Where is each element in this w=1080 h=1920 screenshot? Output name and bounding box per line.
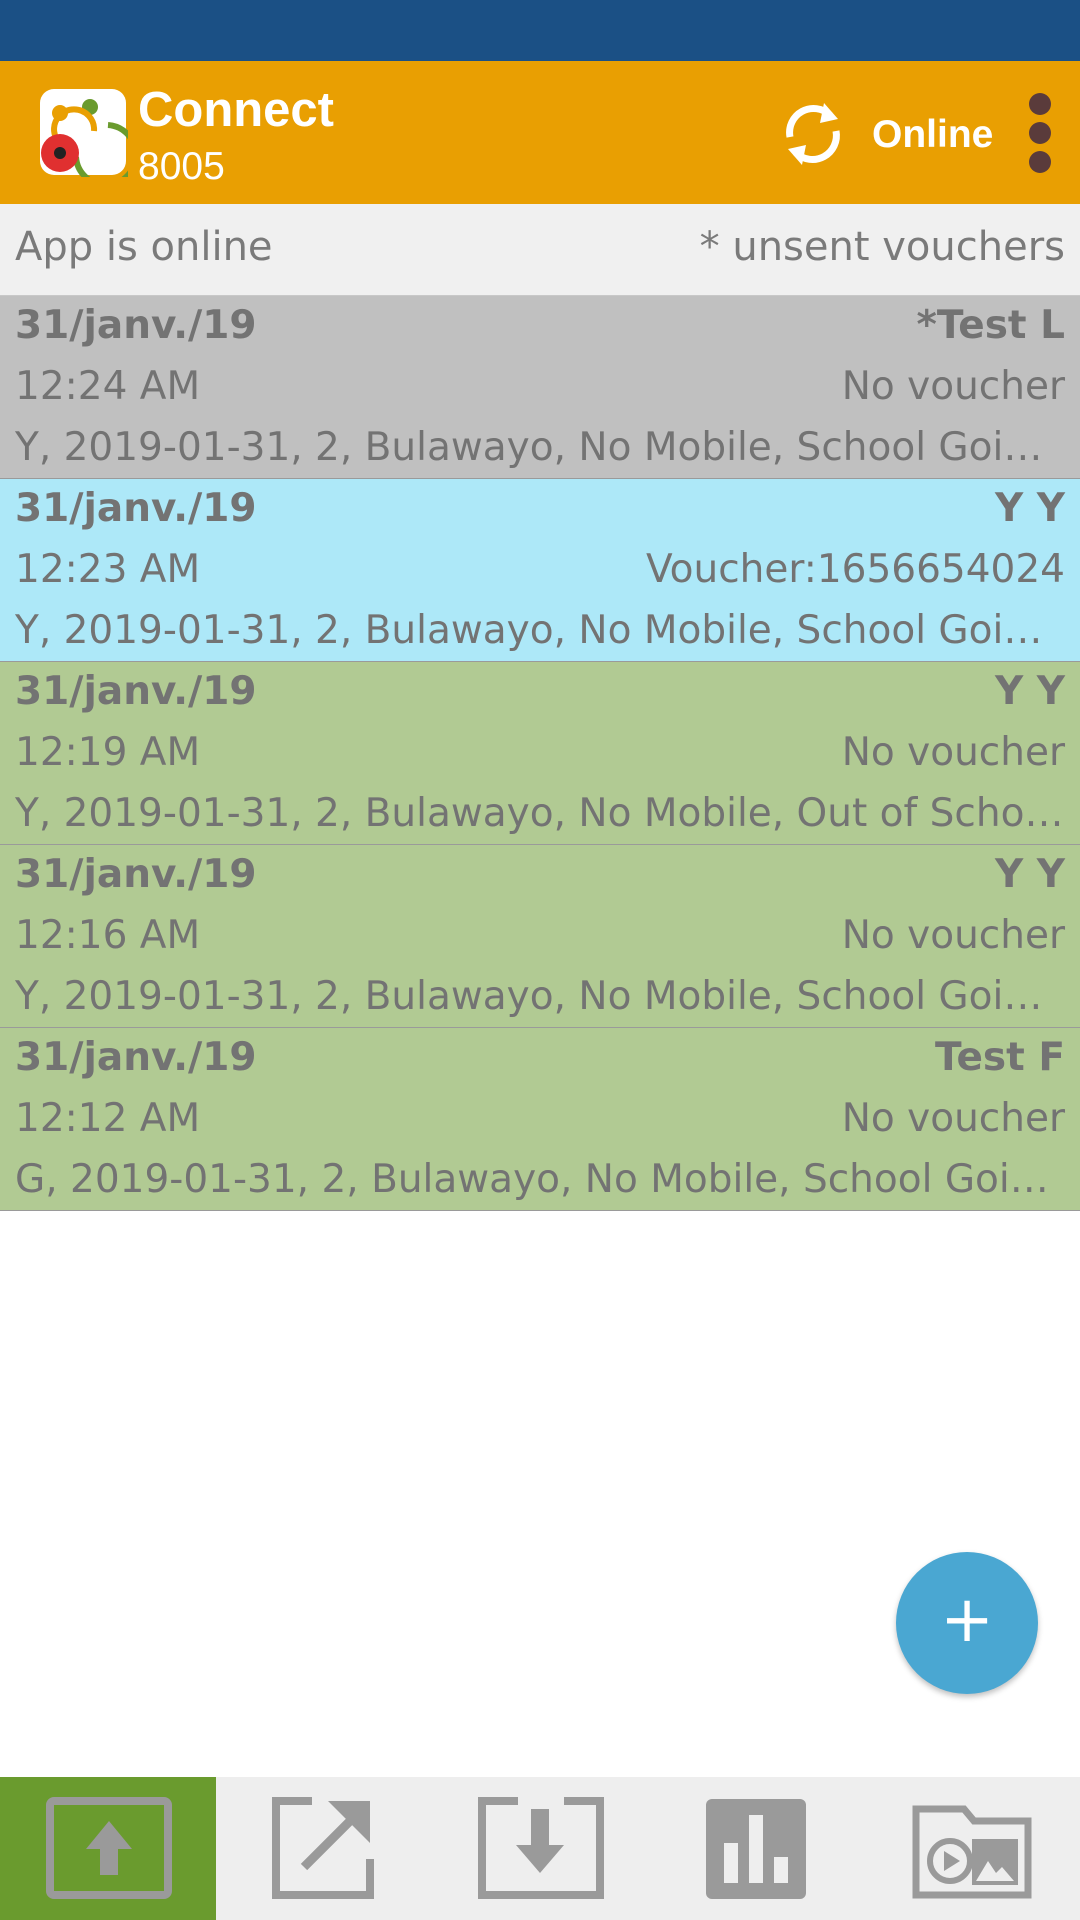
list-item[interactable]: 31/janv./19 Y Y 12:16 AM No voucher Y, 201… — [0, 845, 1080, 1028]
record-time: 12:24 AM — [15, 364, 201, 409]
record-details: Y, 2019-01-31, 2, Bulawayo, No Mobile, S… — [15, 608, 1065, 653]
list-item[interactable]: 31/janv./19 Y Y 12:19 AM No voucher Y, 201… — [0, 662, 1080, 845]
sync-icon[interactable] — [776, 97, 850, 171]
status-bar — [0, 0, 1080, 61]
more-options-icon[interactable] — [1022, 91, 1058, 175]
bottom-nav — [0, 1777, 1080, 1920]
list-item[interactable]: 31/janv./19 Test F 12:12 AM No voucher G, … — [0, 1028, 1080, 1211]
app-bar: Connect 8005 Online — [0, 61, 1080, 204]
app-logo-icon — [38, 87, 139, 188]
open-external-icon — [272, 1797, 374, 1899]
online-status-label: Online — [872, 113, 994, 156]
record-date: 31/janv./19 — [15, 669, 257, 714]
nav-upload[interactable] — [0, 1777, 216, 1920]
record-date: 31/janv./19 — [15, 852, 257, 897]
record-voucher: No voucher — [841, 364, 1065, 409]
record-name: Test F — [935, 1035, 1065, 1080]
nav-media[interactable] — [864, 1777, 1080, 1920]
record-name: Y Y — [994, 852, 1065, 897]
record-name: *Test L — [916, 303, 1065, 348]
record-time: 12:16 AM — [15, 913, 201, 958]
nav-open-external[interactable] — [216, 1777, 432, 1920]
list-item[interactable]: 31/janv./19 Y Y 12:23 AM Voucher:165665402… — [0, 479, 1080, 662]
media-folder-icon — [912, 1805, 1032, 1899]
upload-icon — [46, 1797, 172, 1899]
plus-icon: + — [940, 1583, 994, 1657]
record-date: 31/janv./19 — [15, 303, 257, 348]
list-item[interactable]: 31/janv./19 *Test L 12:24 AM No voucher Y,… — [0, 296, 1080, 479]
nav-download[interactable] — [432, 1777, 648, 1920]
record-voucher: No voucher — [841, 730, 1065, 775]
record-date: 31/janv./19 — [15, 1035, 257, 1080]
record-voucher: No voucher — [841, 1096, 1065, 1141]
app-status-text: App is online — [15, 224, 273, 270]
record-details: Y, 2019-01-31, 2, Bulawayo, No Mobile, O… — [15, 791, 1065, 836]
record-voucher: Voucher:1656654024 — [645, 547, 1065, 592]
app-subtitle: 8005 — [138, 145, 225, 188]
voucher-list: 31/janv./19 *Test L 12:24 AM No voucher Y,… — [0, 296, 1080, 1211]
record-time: 12:23 AM — [15, 547, 201, 592]
record-time: 12:12 AM — [15, 1096, 201, 1141]
add-voucher-button[interactable]: + — [896, 1552, 1038, 1694]
record-time: 12:19 AM — [15, 730, 201, 775]
nav-statistics[interactable] — [648, 1777, 864, 1920]
record-details: G, 2019-01-31, 2, Bulawayo, No Mobile, S… — [15, 1157, 1065, 1202]
app-title: Connect — [138, 83, 334, 137]
record-date: 31/janv./19 — [15, 486, 257, 531]
record-details: Y, 2019-01-31, 2, Bulawayo, No Mobile, S… — [15, 974, 1065, 1019]
download-icon — [478, 1797, 604, 1899]
record-name: Y Y — [994, 486, 1065, 531]
unsent-legend-text: * unsent vouchers — [699, 224, 1065, 270]
info-bar: App is online * unsent vouchers — [0, 204, 1080, 296]
record-name: Y Y — [994, 669, 1065, 714]
record-voucher: No voucher — [841, 913, 1065, 958]
record-details: Y, 2019-01-31, 2, Bulawayo, No Mobile, S… — [15, 425, 1065, 470]
bar-chart-icon — [706, 1799, 806, 1899]
